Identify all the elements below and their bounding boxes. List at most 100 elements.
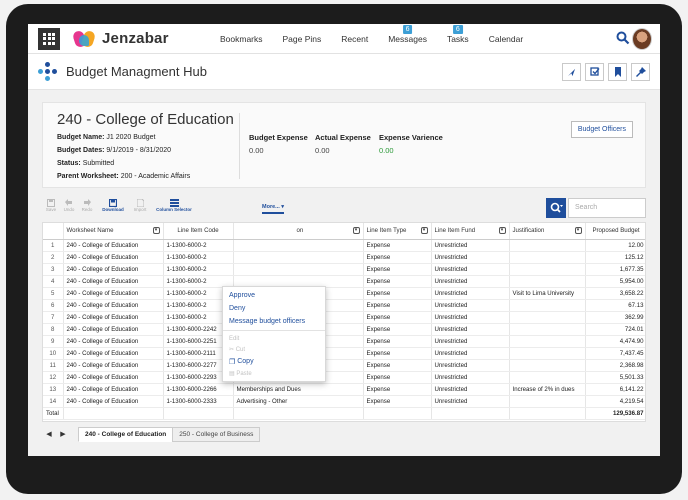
cell-line-item-type[interactable]: Expense <box>363 395 432 408</box>
filter-icon[interactable]: ▾ <box>152 227 160 235</box>
cell-proposed-budget[interactable]: 724.01 <box>585 323 645 336</box>
cell-line-item-code[interactable]: 1-1300-6000-2 <box>163 239 234 252</box>
cell-line-item-fund[interactable]: Unrestricted <box>431 275 510 288</box>
cell-proposed-budget[interactable]: 5,954.00 <box>585 275 645 288</box>
cell-justification[interactable] <box>509 335 586 348</box>
cell-line-item-fund[interactable]: Unrestricted <box>431 251 510 264</box>
cell-justification[interactable] <box>509 311 586 324</box>
cell-worksheet-name[interactable]: 240 - College of Education <box>63 347 164 360</box>
table-row[interactable]: 8 240 - College of Education 1-1300-6000-2… <box>43 323 645 336</box>
bookmark-icon[interactable] <box>608 63 627 81</box>
cell-worksheet-name[interactable]: 240 - College of Education <box>63 383 164 396</box>
nav-bookmarks[interactable]: Bookmarks <box>220 34 263 44</box>
filter-icon[interactable]: ▾ <box>574 227 582 235</box>
cell-line-item-fund[interactable]: Unrestricted <box>431 239 510 252</box>
cell-justification[interactable] <box>509 371 586 384</box>
cell-line-item-code[interactable]: 1-1300-6000-2333 <box>163 395 234 408</box>
header-justification[interactable]: Justification ▾ <box>509 223 586 240</box>
header-worksheet-name[interactable]: Worksheet Name ▾ <box>63 223 164 240</box>
nav-messages[interactable]: 6 Messages <box>388 25 427 44</box>
tab-college-of-business[interactable]: 250 - College of Business <box>172 426 261 442</box>
cell-line-item-fund[interactable]: Unrestricted <box>431 383 510 396</box>
cell-line-item-type[interactable]: Expense <box>363 239 432 252</box>
menu-cut[interactable]: ✂ Cut <box>223 344 325 355</box>
cell-justification[interactable] <box>509 395 586 408</box>
table-row[interactable]: 12 240 - College of Education 1-1300-6000-… <box>43 371 645 384</box>
cell-line-item-fund[interactable]: Unrestricted <box>431 335 510 348</box>
header-description[interactable]: on ▾ <box>233 223 364 240</box>
menu-message-budget-officers[interactable]: Message budget officers <box>223 315 325 328</box>
cell-justification[interactable] <box>509 251 586 264</box>
nav-page-pins[interactable]: Page Pins <box>283 34 322 44</box>
cell-line-item-fund[interactable]: Unrestricted <box>431 371 510 384</box>
download-button[interactable]: Download <box>100 198 126 212</box>
cell-line-item-fund[interactable]: Unrestricted <box>431 395 510 408</box>
cell-justification[interactable] <box>509 275 586 288</box>
cell-line-item-fund[interactable]: Unrestricted <box>431 347 510 360</box>
menu-paste[interactable]: ▤ Paste <box>223 368 325 379</box>
tab-college-of-education[interactable]: 240 - College of Education <box>78 426 174 442</box>
column-selector-button[interactable]: Column Selector <box>154 198 194 212</box>
cell-proposed-budget[interactable]: 362.99 <box>585 311 645 324</box>
cell-line-item-type[interactable]: Expense <box>363 323 432 336</box>
table-row[interactable]: 1 240 - College of Education 1-1300-6000-2… <box>43 239 645 252</box>
cell-line-item-fund[interactable]: Unrestricted <box>431 263 510 276</box>
nav-recent[interactable]: Recent <box>341 34 368 44</box>
table-row[interactable]: 10 240 - College of Education 1-1300-6000-… <box>43 347 645 360</box>
table-row[interactable]: 14 240 - College of Education 1-1300-6000-… <box>43 395 645 408</box>
cell-justification[interactable] <box>509 347 586 360</box>
jenzabar-logo[interactable]: Jenzabar <box>71 29 169 48</box>
header-proposed-budget[interactable]: Proposed Budget <box>585 223 645 240</box>
cell-proposed-budget[interactable]: 1,677.35 <box>585 263 645 276</box>
menu-copy[interactable]: ❐ Copy <box>223 355 325 368</box>
cell-line-item-fund[interactable]: Unrestricted <box>431 287 510 300</box>
cell-line-item-type[interactable]: Expense <box>363 251 432 264</box>
cell-line-item-code[interactable]: 1-1300-6000-2 <box>163 251 234 264</box>
cell-description[interactable] <box>233 239 364 252</box>
table-row[interactable]: 6 240 - College of Education 1-1300-6000-2… <box>43 299 645 312</box>
cell-description[interactable] <box>233 263 364 276</box>
cell-proposed-budget[interactable]: 3,658.22 <box>585 287 645 300</box>
cell-worksheet-name[interactable]: 240 - College of Education <box>63 311 164 324</box>
cell-line-item-type[interactable]: Expense <box>363 371 432 384</box>
cell-justification[interactable]: Increase of 2% in dues <box>509 383 586 396</box>
undo-button[interactable]: Undo <box>62 198 76 212</box>
table-row[interactable]: 4 240 - College of Education 1-1300-6000-2… <box>43 275 645 288</box>
cell-proposed-budget[interactable]: 12.00 <box>585 239 645 252</box>
cell-justification[interactable] <box>509 299 586 312</box>
table-row[interactable]: 13 240 - College of Education 1-1300-6000-… <box>43 383 645 396</box>
cell-worksheet-name[interactable]: 240 - College of Education <box>63 371 164 384</box>
cell-worksheet-name[interactable]: 240 - College of Education <box>63 287 164 300</box>
cell-worksheet-name[interactable]: 240 - College of Education <box>63 323 164 336</box>
header-line-item-code[interactable]: Line Item Code <box>163 223 234 240</box>
filter-icon[interactable]: ▾ <box>498 227 506 235</box>
cell-justification[interactable]: Visit to Lima University <box>509 287 586 300</box>
cell-justification[interactable] <box>509 359 586 372</box>
search-input[interactable]: Search <box>568 198 646 218</box>
cell-worksheet-name[interactable]: 240 - College of Education <box>63 275 164 288</box>
cell-line-item-fund[interactable]: Unrestricted <box>431 359 510 372</box>
cell-line-item-code[interactable]: 1-1300-6000-2266 <box>163 383 234 396</box>
cell-line-item-fund[interactable]: Unrestricted <box>431 299 510 312</box>
next-sheet-icon[interactable]: ▶ <box>56 427 70 441</box>
user-avatar[interactable] <box>632 28 652 50</box>
cell-line-item-type[interactable]: Expense <box>363 335 432 348</box>
cell-description[interactable]: Advertising - Other <box>233 395 364 408</box>
check-icon[interactable] <box>585 63 604 81</box>
table-row[interactable]: 11 240 - College of Education 1-1300-6000-… <box>43 359 645 372</box>
cell-line-item-type[interactable]: Expense <box>363 359 432 372</box>
search-icon[interactable] <box>546 198 566 218</box>
cell-description[interactable] <box>233 251 364 264</box>
menu-approve[interactable]: Approve <box>223 289 325 302</box>
cell-proposed-budget[interactable]: 67.13 <box>585 299 645 312</box>
cell-worksheet-name[interactable]: 240 - College of Education <box>63 395 164 408</box>
prev-sheet-icon[interactable]: ◀ <box>42 427 56 441</box>
cell-worksheet-name[interactable]: 240 - College of Education <box>63 299 164 312</box>
header-line-item-type[interactable]: Line Item Type ▾ <box>363 223 432 240</box>
table-row[interactable]: 2 240 - College of Education 1-1300-6000-2… <box>43 251 645 264</box>
cell-line-item-code[interactable]: 1-1300-6000-2 <box>163 263 234 276</box>
cell-description[interactable]: Memberships and Dues <box>233 383 364 396</box>
cell-proposed-budget[interactable]: 4,474.90 <box>585 335 645 348</box>
nav-calendar[interactable]: Calendar <box>489 34 524 44</box>
table-row[interactable]: 9 240 - College of Education 1-1300-6000-2… <box>43 335 645 348</box>
